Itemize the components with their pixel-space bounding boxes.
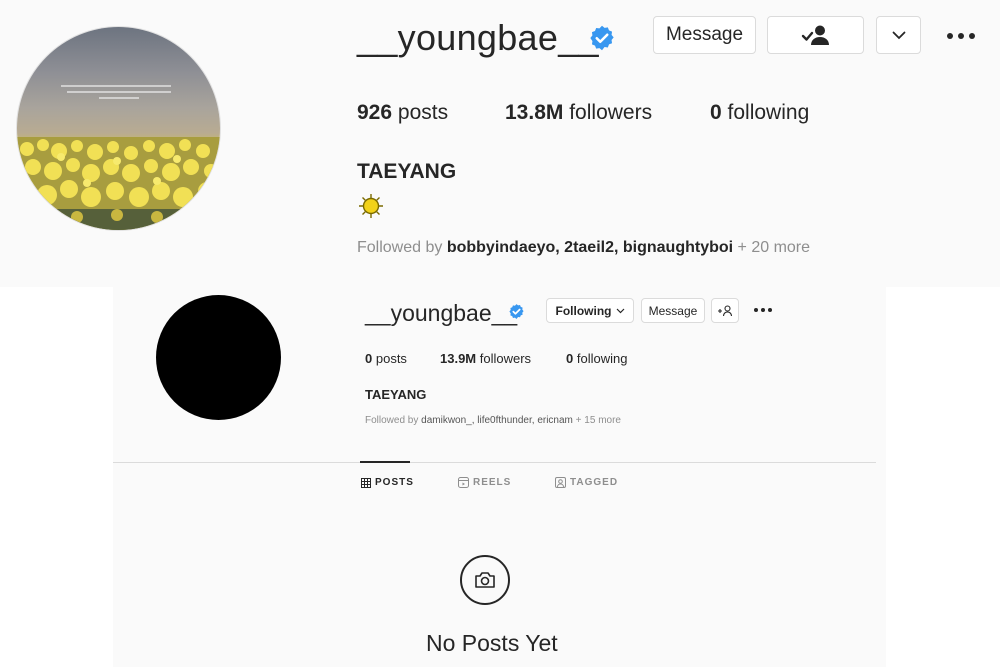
followed-by-names: bobbyindaeyo, 2taeil2, bignaughtyboi (446, 239, 734, 256)
posts-label: posts (375, 351, 407, 366)
followed-by-names: damikwon_, life0fthunder, ericnam (421, 415, 573, 426)
posts-stat[interactable]: 0 posts (365, 351, 407, 366)
followed-by-more: + 20 more (737, 239, 811, 256)
tab-reels[interactable]: REELS (458, 477, 511, 488)
followers-count: 13.8M (505, 101, 564, 124)
tab-posts[interactable]: POSTS (361, 477, 414, 488)
sun-emoji-icon (359, 194, 383, 218)
profile-avatar-empty[interactable] (156, 295, 281, 420)
suggested-dropdown-button[interactable] (876, 16, 921, 54)
tab-posts-label: POSTS (375, 477, 414, 488)
tab-tagged-label: TAGGED (570, 477, 619, 488)
tab-tagged[interactable]: TAGGED (555, 477, 618, 488)
profile-avatar[interactable] (17, 27, 220, 230)
camera-icon (475, 572, 495, 588)
followers-stat[interactable]: 13.9M followers (440, 351, 531, 366)
new-profile-screenshot: __youngbae__ Following Message 0 posts 1… (113, 287, 886, 667)
followed-by-prefix: Followed by (357, 239, 443, 256)
tabs-divider (113, 462, 876, 463)
following-button[interactable]: Following (546, 298, 634, 323)
followers-label: followers (569, 101, 653, 124)
empty-state-title: No Posts Yet (426, 630, 558, 656)
tab-reels-label: REELS (473, 477, 512, 488)
posts-count: 926 (357, 101, 393, 124)
old-profile-screenshot: __youngbae__ Message 926 posts 13.8M fol… (0, 0, 1000, 287)
add-person-icon (718, 304, 733, 316)
profile-display-name: TAEYANG (357, 160, 457, 183)
followed-by-prefix: Followed by (365, 415, 419, 426)
followers-stat[interactable]: 13.8M followers (505, 101, 652, 125)
posts-label: posts (397, 101, 449, 124)
followers-count: 13.9M (440, 351, 477, 366)
profile-username: __youngbae__ (357, 17, 599, 58)
followed-by[interactable]: Followed by damikwon_, life0fthunder, er… (365, 415, 621, 426)
following-count: 0 (566, 351, 574, 366)
chevron-down-icon (892, 31, 905, 40)
following-stat[interactable]: 0 following (566, 351, 627, 366)
following-count: 0 (710, 101, 722, 124)
following-label: following (576, 351, 628, 366)
reels-icon (458, 477, 469, 488)
grid-icon (361, 477, 371, 488)
active-tab-indicator (360, 461, 410, 463)
followers-label: followers (479, 351, 532, 366)
add-user-button[interactable] (711, 298, 739, 323)
more-icon[interactable] (946, 31, 976, 41)
profile-display-name: TAEYANG (365, 387, 427, 402)
message-button[interactable]: Message (641, 298, 705, 323)
verified-icon (590, 25, 614, 51)
camera-circle (460, 555, 510, 605)
tagged-icon (555, 477, 566, 488)
avatar-quote-lines (61, 85, 171, 99)
profile-username: __youngbae__ (365, 300, 518, 326)
person-check-icon (801, 25, 829, 45)
posts-count: 0 (365, 351, 373, 366)
followed-by-more: + 15 more (575, 415, 621, 426)
following-stat[interactable]: 0 following (710, 101, 809, 125)
chevron-down-icon (616, 308, 624, 313)
message-button[interactable]: Message (653, 16, 756, 54)
followed-by[interactable]: Followed by bobbyindaeyo, 2taeil2, bigna… (357, 239, 810, 257)
avatar-flower-field (17, 137, 220, 230)
following-button-label: Following (555, 303, 612, 318)
more-icon[interactable] (753, 307, 773, 313)
verified-icon (509, 304, 524, 319)
posts-stat[interactable]: 926 posts (357, 101, 448, 125)
following-label: following (727, 101, 810, 124)
following-button[interactable] (767, 16, 864, 54)
